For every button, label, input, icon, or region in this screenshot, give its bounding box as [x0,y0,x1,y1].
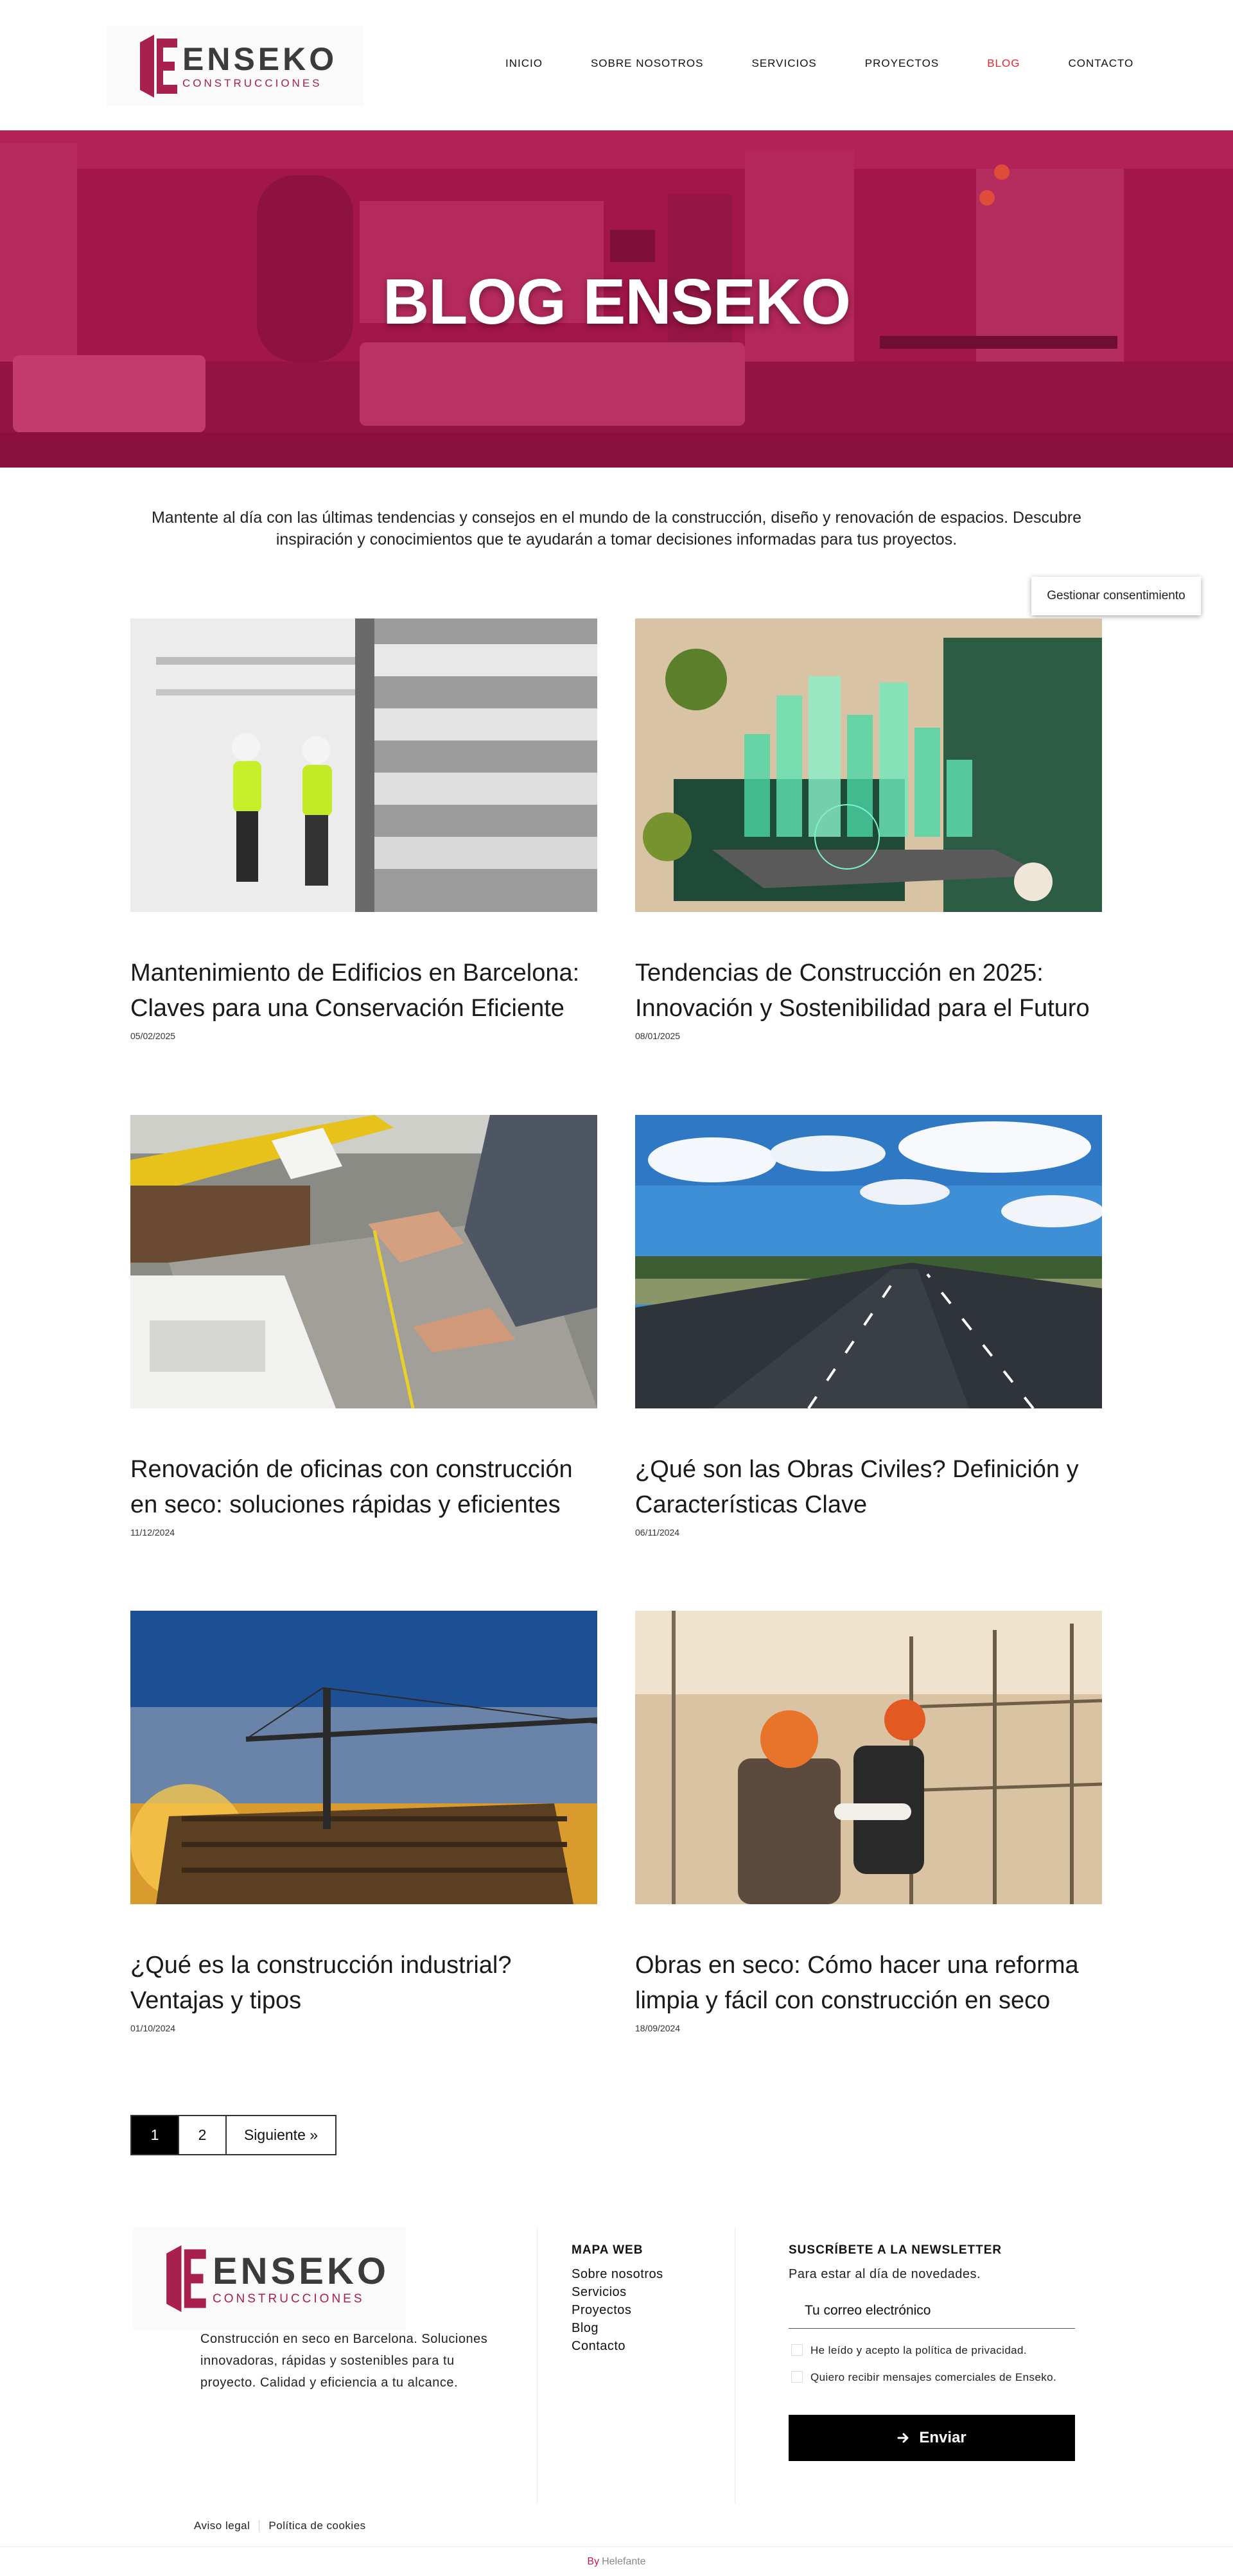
nav-item-inicio[interactable]: INICIO [505,57,543,70]
logo-mark-icon [166,2245,206,2312]
newsletter-subtitle: Para estar al día de novedades. [789,2267,981,2281]
sitemap-link-servicios[interactable]: Servicios [572,2283,663,2301]
submit-label: Enviar [919,2429,966,2446]
blog-post-card[interactable]: ¿Qué es la construcción industrial? Vent… [130,1611,597,2033]
post-date: 01/10/2024 [130,2023,176,2033]
commercial-label: Quiero recibir mensajes comerciales de E… [810,2371,1057,2383]
footer-logo[interactable]: ENSEKO CONSTRUCCIONES [133,2227,406,2330]
page-link-2[interactable]: 2 [178,2115,227,2155]
privacy-label: He leído y acepto la política de privaci… [810,2344,1028,2356]
logo-subtitle: CONSTRUCCIONES [182,77,322,89]
post-title[interactable]: Tendencias de Construcción en 2025: Inno… [635,956,1102,1026]
manage-consent-button[interactable]: Gestionar consentimiento [1031,577,1201,615]
post-image[interactable] [130,1611,597,1904]
logo-name: ENSEKO [182,41,338,77]
blog-post-card[interactable]: Tendencias de Construcción en 2025: Inno… [635,618,1102,1041]
post-title[interactable]: Obras en seco: Cómo hacer una reforma li… [635,1948,1102,2019]
commercial-consent[interactable]: Quiero recibir mensajes comerciales de E… [791,2370,1061,2385]
post-title[interactable]: Mantenimiento de Edificios en Barcelona:… [130,956,597,1026]
logo-mark-icon [140,34,177,98]
footer-divider [537,2227,538,2503]
cookie-policy-link[interactable]: Política de cookies [268,2519,365,2532]
intro-text: Mantente al día con las últimas tendenci… [151,509,1082,548]
credit-by: By [587,2555,600,2567]
sitemap-link-sobre-nosotros[interactable]: Sobre nosotros [572,2265,663,2283]
privacy-consent[interactable]: He leído y acepto la política de privaci… [791,2343,1027,2358]
blog-post-card[interactable]: Mantenimiento de Edificios en Barcelona:… [130,618,597,1041]
credit-link[interactable]: Helefante [602,2556,646,2568]
sitemap-link-blog[interactable]: Blog [572,2319,663,2337]
sitemap-link-proyectos[interactable]: Proyectos [572,2301,663,2319]
newsletter-email-input[interactable] [789,2293,1075,2329]
post-date: 05/02/2025 [130,1031,176,1041]
footer-description: Construcción en seco en Barcelona. Soluc… [200,2332,488,2390]
footer-logo-subtitle: CONSTRUCCIONES [213,2291,365,2306]
nav-item-proyectos[interactable]: PROYECTOS [865,57,939,70]
privacy-checkbox[interactable] [791,2344,803,2356]
site-header: ENSEKO CONSTRUCCIONES INICIO SOBRE NOSOT… [0,0,1233,130]
post-image[interactable] [635,618,1102,912]
post-title[interactable]: Renovación de oficinas con construcción … [130,1452,597,1523]
blog-post-card[interactable]: Renovación de oficinas con construcción … [130,1115,597,1538]
pagination: 1 2 Siguiente » [130,2115,337,2155]
sitemap-list: Sobre nosotros Servicios Proyectos Blog … [572,2265,663,2355]
sitemap-link-contacto[interactable]: Contacto [572,2337,663,2355]
main-nav: INICIO SOBRE NOSOTROS SERVICIOS PROYECTO… [505,57,1133,70]
legal-links: Aviso legal Política de cookies [194,2519,366,2532]
newsletter-title: SUSCRÍBETE A LA NEWSLETTER [789,2243,1002,2257]
newsletter-submit-button[interactable]: Enviar [789,2415,1075,2461]
sitemap-title: MAPA WEB [572,2243,643,2257]
page-title: BLOG ENSEKO [383,266,851,338]
post-title[interactable]: ¿Qué son las Obras Civiles? Definición y… [635,1452,1102,1523]
post-date: 08/01/2025 [635,1031,681,1041]
nav-item-sobre-nosotros[interactable]: SOBRE NOSOTROS [591,57,704,70]
footer-logo-name: ENSEKO [213,2250,389,2292]
credit-bar: By Helefante [0,2546,1233,2576]
hero-banner: BLOG ENSEKO [0,130,1233,468]
site-logo[interactable]: ENSEKO CONSTRUCCIONES [107,26,363,106]
legal-notice-link[interactable]: Aviso legal [194,2519,250,2532]
post-image[interactable] [130,1115,597,1408]
nav-item-contacto[interactable]: CONTACTO [1068,57,1133,70]
post-date: 11/12/2024 [130,1527,175,1538]
nav-item-servicios[interactable]: SERVICIOS [751,57,816,70]
arrow-right-icon [897,2433,909,2443]
nav-item-blog[interactable]: BLOG [987,57,1020,70]
post-title[interactable]: ¿Qué es la construcción industrial? Vent… [130,1948,597,2019]
post-image[interactable] [635,1611,1102,1904]
blog-post-card[interactable]: Obras en seco: Cómo hacer una reforma li… [635,1611,1102,2033]
commercial-checkbox[interactable] [791,2371,803,2383]
post-date: 18/09/2024 [635,2023,681,2033]
post-image[interactable] [130,618,597,912]
page-current: 1 [130,2115,179,2155]
blog-post-card[interactable]: ¿Qué son las Obras Civiles? Definición y… [635,1115,1102,1538]
post-image[interactable] [635,1115,1102,1408]
next-page-link[interactable]: Siguiente » [225,2115,337,2155]
post-date: 06/11/2024 [635,1527,680,1538]
